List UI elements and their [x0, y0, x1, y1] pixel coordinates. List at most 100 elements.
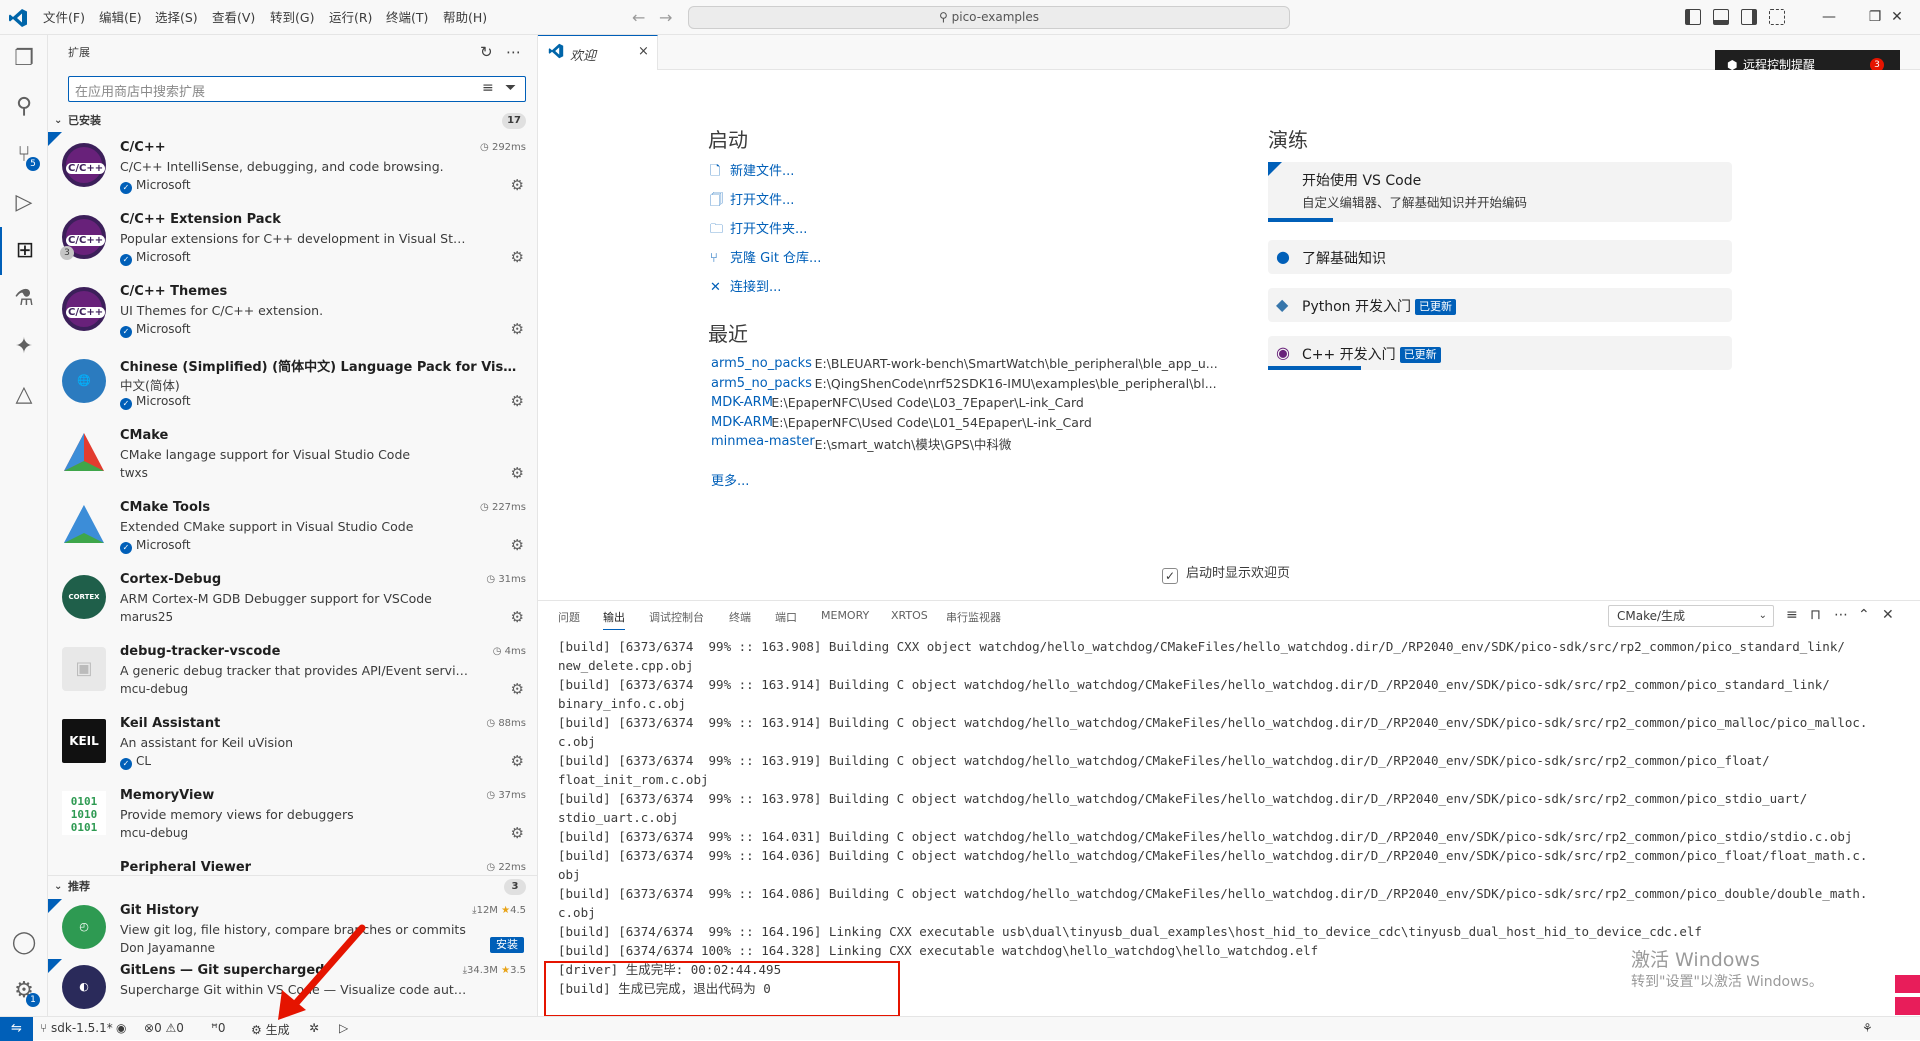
connect-link[interactable]: ✕ 连接到...	[710, 276, 781, 295]
recent-item-name[interactable]: MDK-ARM	[711, 395, 773, 410]
more-recent-link[interactable]: 更多...	[711, 470, 749, 489]
sync-icon[interactable]: ◉	[116, 1021, 126, 1035]
manage-gear-icon[interactable]: ⚙	[511, 176, 524, 194]
problems-indicator[interactable]: ⊗0 ⚠0	[144, 1021, 184, 1035]
tab-welcome[interactable]: 欢迎 ×	[538, 35, 658, 70]
recent-item-name[interactable]: MDK-ARM	[711, 415, 773, 430]
account-icon[interactable]: ◯	[0, 919, 48, 967]
menu-terminal[interactable]: 终端(T)	[386, 0, 428, 35]
manage-gear-icon[interactable]: ⚙	[511, 536, 524, 554]
open-file-link[interactable]: 🗍 打开文件...	[710, 189, 794, 213]
refresh-icon[interactable]: ↻	[480, 43, 493, 61]
app-tray-icon[interactable]	[1895, 975, 1920, 993]
raspberry-pi-pico-icon[interactable]: ✦	[0, 323, 48, 371]
close-panel-icon[interactable]: ✕	[1882, 607, 1894, 623]
run-play-icon[interactable]: ▷	[339, 1021, 348, 1035]
close-window-icon[interactable]: ✕	[1874, 0, 1920, 35]
output-line: [build] [6373/6374 99% :: 164.086] Build…	[558, 886, 1868, 901]
manage-gear-icon[interactable]: ⚙	[511, 608, 524, 626]
recent-item-name[interactable]: minmea-master	[711, 434, 815, 449]
recent-item-name[interactable]: arm5_no_packs	[711, 376, 812, 391]
menu-edit[interactable]: 编辑(E)	[99, 0, 142, 35]
menu-go[interactable]: 转到(G)	[270, 0, 314, 35]
more-actions-icon[interactable]: ⋯	[506, 43, 521, 61]
explorer-icon[interactable]: ❐	[0, 35, 48, 83]
toggle-sidebar-icon[interactable]	[1685, 9, 1701, 25]
walkthrough-python[interactable]: ◆ Python 开发入门 已更新	[1268, 288, 1732, 322]
tab-memory[interactable]: MEMORY	[821, 609, 869, 622]
menu-view[interactable]: 查看(V)	[212, 0, 255, 35]
minimize-icon[interactable]: —	[1806, 0, 1852, 35]
search-icon[interactable]: ⚲	[0, 83, 48, 131]
close-icon[interactable]: ×	[638, 44, 649, 59]
cmake-icon[interactable]: △	[0, 371, 48, 419]
menu-help[interactable]: 帮助(H)	[443, 0, 487, 35]
extensions-icon[interactable]: ⊞	[0, 227, 48, 275]
more-actions-icon[interactable]: ⋯	[1834, 607, 1848, 623]
clone-git-link[interactable]: ⑂ 克隆 Git 仓库...	[710, 247, 821, 266]
extension-item[interactable]: C/C++ C/C++ Themes UI Themes for C/C++ ext…	[48, 276, 537, 348]
open-folder-link[interactable]: 🗀 打开文件夹...	[710, 218, 807, 242]
extension-item[interactable]: 0101 1010 0101 MemoryView Provide memory vie…	[48, 780, 537, 852]
show-on-startup-checkbox[interactable]: ✓ 启动时显示欢迎页	[1162, 562, 1290, 584]
manage-gear-icon[interactable]: ⚙	[511, 392, 524, 410]
extension-item[interactable]: KEIL Keil Assistant An assistant for Keil …	[48, 708, 537, 780]
verified-icon: ✓	[120, 542, 132, 554]
clear-filter-icon[interactable]: ≡	[482, 80, 494, 96]
menu-run[interactable]: 运行(R)	[329, 0, 372, 35]
run-debug-icon[interactable]: ▷	[0, 179, 48, 227]
recent-item-name[interactable]: arm5_no_packs	[711, 356, 812, 371]
customize-layout-icon[interactable]	[1769, 9, 1785, 25]
extension-item[interactable]: CMake CMake langage support for Visual St…	[48, 420, 537, 492]
lock-icon[interactable]: ⊓	[1810, 607, 1821, 623]
toggle-secondary-sidebar-icon[interactable]	[1741, 9, 1757, 25]
tab-ports[interactable]: 端口	[775, 609, 797, 625]
manage-gear-icon[interactable]: ⚙	[511, 752, 524, 770]
notifications-icon[interactable]: ⚘	[1862, 1021, 1873, 1035]
recommended-section-header[interactable]: ⌄ 推荐 3	[48, 875, 537, 897]
manage-gear-icon[interactable]: ⚙	[511, 248, 524, 266]
tab-xrtos[interactable]: XRTOS	[891, 609, 928, 622]
cmake-build-button[interactable]: ⚙ 生成	[251, 1021, 290, 1038]
back-arrow-icon[interactable]: ←	[632, 8, 645, 27]
new-file-link[interactable]: 🗋 新建文件...	[710, 160, 794, 184]
remote-indicator-icon[interactable]: ⇋	[0, 1017, 33, 1041]
manage-gear-icon[interactable]: ⚙	[511, 464, 524, 482]
filter-icon[interactable]: ⏷	[505, 80, 516, 96]
walkthrough-fundamentals[interactable]: ● 了解基础知识	[1268, 240, 1732, 274]
app-tray-icon[interactable]	[1895, 997, 1920, 1015]
extension-item[interactable]: C/C++ 3 C/C++ Extension Pack Popular extens…	[48, 204, 537, 276]
settings-gear-icon[interactable]: ⚙ 1	[0, 967, 48, 1015]
tab-debug-console[interactable]: 调试控制台	[649, 609, 704, 625]
manage-gear-icon[interactable]: ⚙	[511, 320, 524, 338]
extension-item[interactable]: ▣ debug-tracker-vscode A generic debug tra…	[48, 636, 537, 708]
testing-icon[interactable]: ⚗	[0, 275, 48, 323]
menu-file[interactable]: 文件(F)	[43, 0, 85, 35]
git-branch[interactable]: ⑂ sdk-1.5.1*	[40, 1021, 113, 1035]
output-channel-select[interactable]: CMake/生成 ⌄	[1608, 605, 1774, 627]
toggle-panel-icon[interactable]	[1713, 9, 1729, 25]
extension-item[interactable]: CMake Tools Extended CMake support in Vis…	[48, 492, 537, 564]
installed-section-header[interactable]: ⌄ 已安装 17	[48, 110, 537, 132]
ports-indicator[interactable]: ꟸ0	[211, 1021, 226, 1035]
tab-serial-monitor[interactable]: 串行监视器	[946, 609, 1001, 625]
extension-search-input[interactable]: 在应用商店中搜索扩展 ≡ ⏷	[68, 76, 526, 102]
extension-item[interactable]: CORTEX Cortex-Debug ARM Cortex-M GDB Debug…	[48, 564, 537, 636]
tab-terminal[interactable]: 终端	[729, 609, 751, 625]
manage-gear-icon[interactable]: ⚙	[511, 680, 524, 698]
walkthrough-get-started[interactable]: 开始使用 VS Code 自定义编辑器、了解基础知识并开始编码	[1268, 162, 1732, 222]
install-button[interactable]: 安装	[490, 937, 524, 953]
manage-gear-icon[interactable]: ⚙	[511, 824, 524, 842]
clear-output-icon[interactable]: ≡	[1786, 607, 1798, 623]
walkthrough-cpp[interactable]: ◉ C++ 开发入门 已更新	[1268, 336, 1732, 370]
forward-arrow-icon[interactable]: →	[659, 8, 672, 27]
extension-item[interactable]: 🌐 Chinese (Simplified) (简体中文) Language Pa…	[48, 348, 537, 420]
extension-item[interactable]: C/C++ C/C++ C/C++ IntelliSense, debugging,…	[48, 132, 537, 204]
tab-problems[interactable]: 问题	[558, 609, 580, 625]
debug-bug-icon[interactable]: ✲	[309, 1021, 319, 1035]
command-center-search[interactable]: ⚲ pico-examples	[688, 6, 1290, 29]
maximize-panel-icon[interactable]: ⌃	[1858, 607, 1870, 623]
menu-selection[interactable]: 选择(S)	[155, 0, 198, 35]
source-control-icon[interactable]: ⑂ 5	[0, 131, 48, 179]
tab-output[interactable]: 输出	[603, 609, 625, 630]
